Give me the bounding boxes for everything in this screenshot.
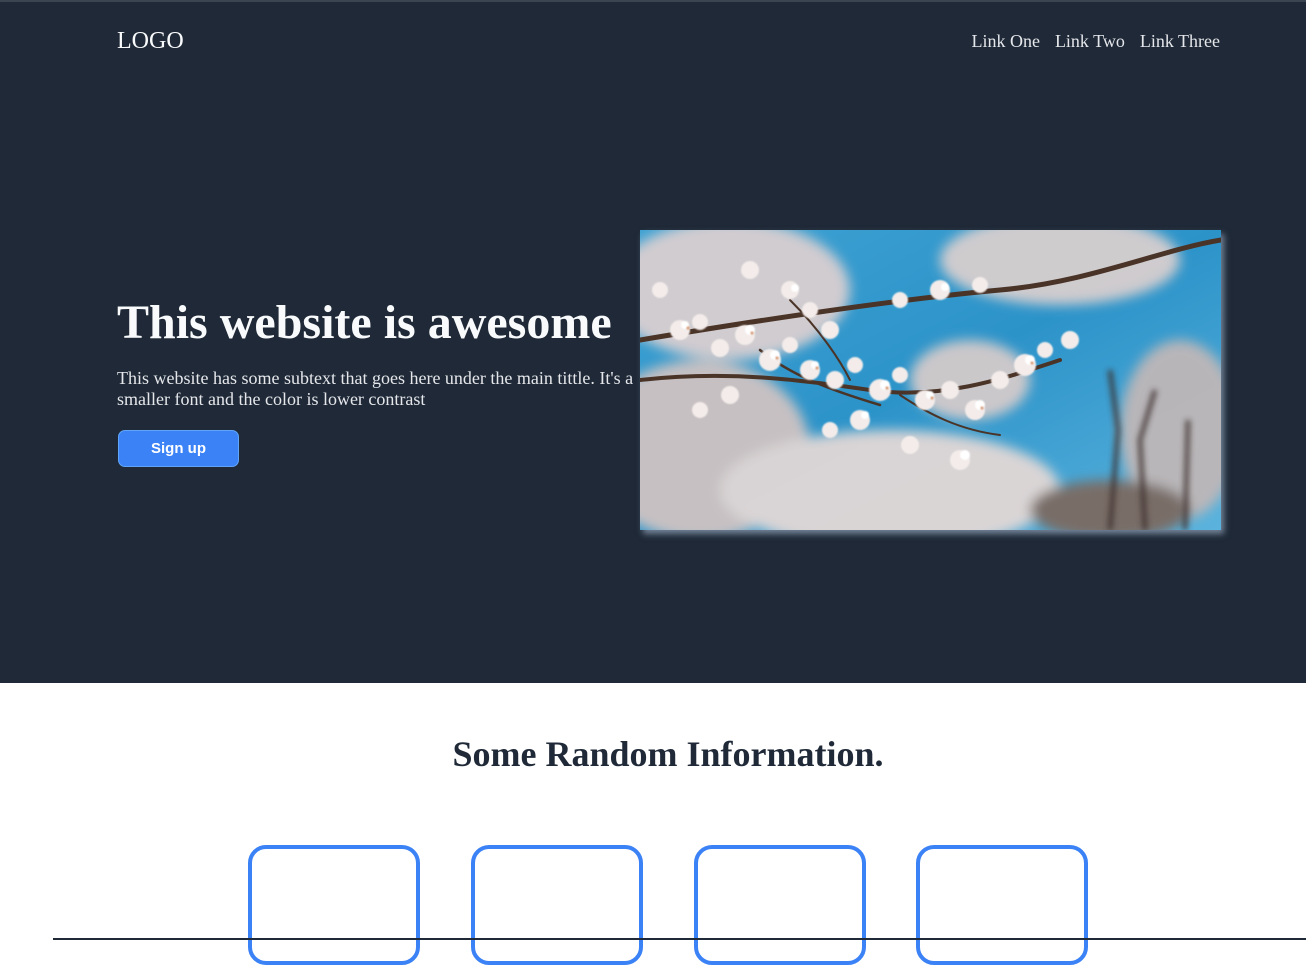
hero-section: LOGO Link One Link Two Link Three This w…: [0, 0, 1306, 683]
info-card-1: [248, 845, 420, 965]
hero-title: This website is awesome: [117, 296, 612, 349]
logo[interactable]: LOGO: [117, 28, 184, 54]
section-title: Some Random Information.: [452, 734, 884, 774]
info-card-4: [916, 845, 1088, 965]
window-top-border: [0, 0, 1306, 2]
hero-image: [640, 230, 1221, 530]
nav-link-two[interactable]: Link Two: [1055, 31, 1125, 51]
signup-button[interactable]: Sign up: [118, 430, 239, 467]
nav-link-one[interactable]: Link One: [971, 31, 1039, 51]
hero-subtitle: This website has some subtext that goes …: [117, 368, 634, 409]
main-nav: Link One Link Two Link Three: [971, 31, 1220, 51]
cherry-blossom-image: [640, 230, 1221, 530]
info-card-3: [694, 845, 866, 965]
info-card-2: [471, 845, 643, 965]
nav-link-three[interactable]: Link Three: [1140, 31, 1220, 51]
